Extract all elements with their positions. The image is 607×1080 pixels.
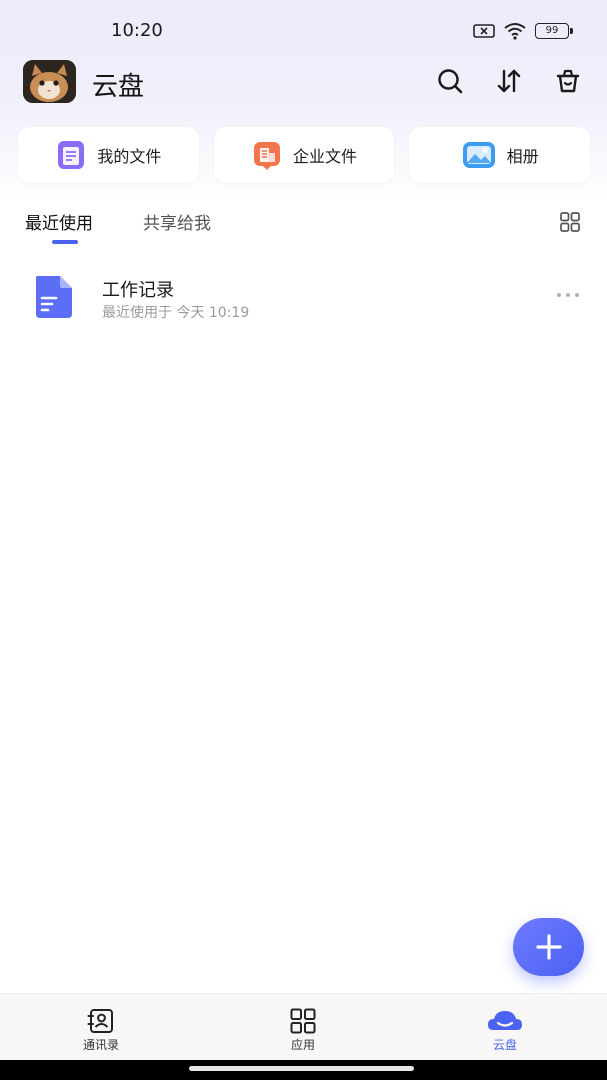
my-files-card[interactable]: 我的文件 (18, 127, 199, 183)
sim-x-icon (473, 24, 495, 38)
search-button[interactable] (434, 65, 466, 97)
enterprise-files-card[interactable]: 企业文件 (213, 127, 395, 183)
file-meta: 最近使用于 今天 10:19 (102, 305, 250, 321)
more-options-button[interactable] (557, 287, 579, 303)
more-dot-icon (566, 293, 570, 297)
my-files-icon (58, 141, 85, 169)
tab-recent[interactable]: 最近使用 (25, 209, 93, 234)
cloud-icon (488, 1011, 522, 1030)
enterprise-files-icon (254, 142, 280, 170)
transfer-button[interactable] (493, 65, 525, 97)
nav-contacts[interactable]: 通讯录 (0, 994, 202, 1061)
more-dot-icon (557, 293, 561, 297)
plus-icon (535, 934, 562, 960)
bottom-nav: 通讯录 应用 云盘 (0, 993, 607, 1060)
trash-icon (556, 69, 580, 93)
trash-button[interactable] (552, 65, 584, 97)
apps-grid-icon (290, 1008, 316, 1034)
avatar[interactable] (23, 60, 76, 103)
wifi-icon (504, 23, 526, 40)
transfer-icon (497, 69, 521, 93)
more-dot-icon (575, 293, 579, 297)
my-files-label: 我的文件 (97, 147, 162, 166)
quick-access-row: 我的文件 企业文件 相册 (18, 127, 591, 183)
nav-apps[interactable]: 应用 (202, 994, 404, 1061)
album-label: 相册 (506, 147, 539, 166)
add-button[interactable] (513, 918, 584, 976)
list-item[interactable]: 工作记录 最近使用于 今天 10:19 (0, 262, 607, 332)
home-indicator[interactable] (189, 1066, 414, 1071)
status-bar: 10:20 99 (0, 14, 607, 50)
contacts-icon (87, 1009, 113, 1033)
nav-cloud[interactable]: 云盘 (404, 994, 606, 1061)
nav-contacts-label: 通讯录 (82, 1038, 119, 1052)
tab-indicator (52, 240, 78, 244)
nav-apps-label: 应用 (290, 1038, 315, 1052)
enterprise-files-label: 企业文件 (293, 147, 358, 166)
status-time: 10:20 (111, 20, 163, 41)
tab-bar: 最近使用 共享给我 (0, 205, 607, 250)
app-header: 云盘 (0, 58, 607, 108)
album-card[interactable]: 相册 (409, 127, 591, 183)
page-title: 云盘 (92, 72, 145, 102)
document-icon (30, 274, 76, 320)
tab-shared-with-me[interactable]: 共享给我 (143, 209, 211, 234)
search-icon (438, 69, 463, 94)
status-icons: 99 (473, 22, 573, 40)
album-icon (462, 142, 495, 168)
grid-view-button[interactable] (559, 211, 581, 233)
battery-icon: 99 (535, 23, 573, 39)
grid-view-icon (560, 212, 580, 232)
file-name: 工作记录 (102, 280, 174, 301)
nav-cloud-label: 云盘 (492, 1038, 517, 1052)
